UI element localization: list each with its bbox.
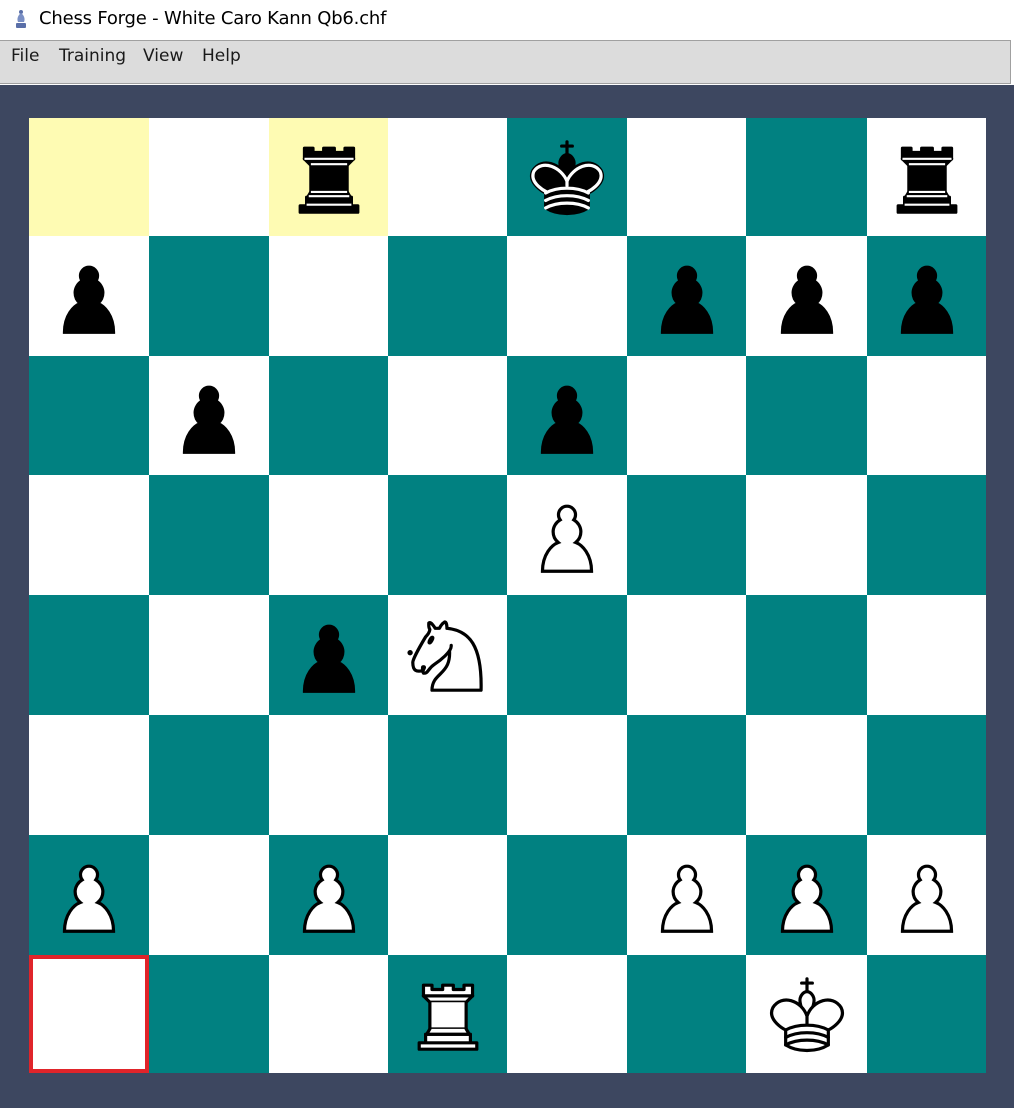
square-b6[interactable]	[149, 356, 269, 475]
white-rook-icon[interactable]	[400, 966, 496, 1062]
square-e2[interactable]	[507, 835, 627, 955]
square-f6[interactable]	[627, 356, 746, 475]
square-h3[interactable]	[867, 715, 986, 835]
black-pawn-icon[interactable]	[879, 248, 975, 344]
square-f4[interactable]	[627, 595, 746, 715]
white-pawn-icon[interactable]	[759, 847, 855, 943]
black-rook-icon[interactable]	[879, 129, 975, 225]
title-bar: Chess Forge - White Caro Kann Qb6.chf	[0, 0, 1014, 40]
square-a5[interactable]	[29, 475, 149, 595]
square-d6[interactable]	[388, 356, 507, 475]
square-g3[interactable]	[746, 715, 867, 835]
square-c2[interactable]	[269, 835, 388, 955]
black-king-icon[interactable]	[519, 129, 615, 225]
square-g5[interactable]	[746, 475, 867, 595]
square-b8[interactable]	[149, 118, 269, 236]
menu-file[interactable]: File	[10, 46, 40, 66]
white-king-icon[interactable]	[759, 966, 855, 1062]
square-f5[interactable]	[627, 475, 746, 595]
square-g2[interactable]	[746, 835, 867, 955]
square-a1[interactable]	[29, 955, 149, 1073]
white-knight-icon[interactable]	[400, 607, 496, 703]
square-a6[interactable]	[29, 356, 149, 475]
square-e7[interactable]	[507, 236, 627, 356]
square-b3[interactable]	[149, 715, 269, 835]
window-title: Chess Forge - White Caro Kann Qb6.chf	[39, 8, 387, 29]
square-e6[interactable]	[507, 356, 627, 475]
square-c1[interactable]	[269, 955, 388, 1073]
square-c3[interactable]	[269, 715, 388, 835]
square-h4[interactable]	[867, 595, 986, 715]
square-e8[interactable]	[507, 118, 627, 236]
square-a8[interactable]	[29, 118, 149, 236]
menu-view[interactable]: View	[142, 46, 184, 66]
square-c6[interactable]	[269, 356, 388, 475]
black-rook-icon[interactable]	[281, 129, 377, 225]
square-h2[interactable]	[867, 835, 986, 955]
square-d8[interactable]	[388, 118, 507, 236]
square-f7[interactable]	[627, 236, 746, 356]
square-c5[interactable]	[269, 475, 388, 595]
square-f1[interactable]	[627, 955, 746, 1073]
square-a4[interactable]	[29, 595, 149, 715]
square-e5[interactable]	[507, 475, 627, 595]
square-a7[interactable]	[29, 236, 149, 356]
square-b4[interactable]	[149, 595, 269, 715]
square-c4[interactable]	[269, 595, 388, 715]
square-e4[interactable]	[507, 595, 627, 715]
chess-bishop-icon	[16, 10, 26, 28]
menu-bar: File Training View Help	[0, 40, 1011, 84]
black-pawn-icon[interactable]	[519, 368, 615, 464]
square-c7[interactable]	[269, 236, 388, 356]
square-e3[interactable]	[507, 715, 627, 835]
square-b2[interactable]	[149, 835, 269, 955]
menu-training[interactable]: Training	[58, 46, 127, 66]
white-pawn-icon[interactable]	[519, 487, 615, 583]
black-pawn-icon[interactable]	[41, 248, 137, 344]
square-f2[interactable]	[627, 835, 746, 955]
square-f3[interactable]	[627, 715, 746, 835]
square-h6[interactable]	[867, 356, 986, 475]
square-d4[interactable]	[388, 595, 507, 715]
square-g8[interactable]	[746, 118, 867, 236]
square-h8[interactable]	[867, 118, 986, 236]
square-c8[interactable]	[269, 118, 388, 236]
white-pawn-icon[interactable]	[639, 847, 735, 943]
chess-board[interactable]	[29, 118, 986, 1073]
black-pawn-icon[interactable]	[281, 607, 377, 703]
square-b7[interactable]	[149, 236, 269, 356]
square-g6[interactable]	[746, 356, 867, 475]
square-d1[interactable]	[388, 955, 507, 1073]
white-pawn-icon[interactable]	[281, 847, 377, 943]
black-pawn-icon[interactable]	[639, 248, 735, 344]
square-b1[interactable]	[149, 955, 269, 1073]
black-pawn-icon[interactable]	[161, 368, 257, 464]
white-pawn-icon[interactable]	[879, 847, 975, 943]
square-d5[interactable]	[388, 475, 507, 595]
square-a3[interactable]	[29, 715, 149, 835]
square-g7[interactable]	[746, 236, 867, 356]
square-g1[interactable]	[746, 955, 867, 1073]
square-h7[interactable]	[867, 236, 986, 356]
menu-help[interactable]: Help	[201, 46, 242, 66]
square-f8[interactable]	[627, 118, 746, 236]
square-d2[interactable]	[388, 835, 507, 955]
square-h1[interactable]	[867, 955, 986, 1073]
square-a2[interactable]	[29, 835, 149, 955]
black-pawn-icon[interactable]	[759, 248, 855, 344]
white-pawn-icon[interactable]	[41, 847, 137, 943]
square-g4[interactable]	[746, 595, 867, 715]
square-b5[interactable]	[149, 475, 269, 595]
square-d7[interactable]	[388, 236, 507, 356]
square-h5[interactable]	[867, 475, 986, 595]
square-e1[interactable]	[507, 955, 627, 1073]
square-d3[interactable]	[388, 715, 507, 835]
